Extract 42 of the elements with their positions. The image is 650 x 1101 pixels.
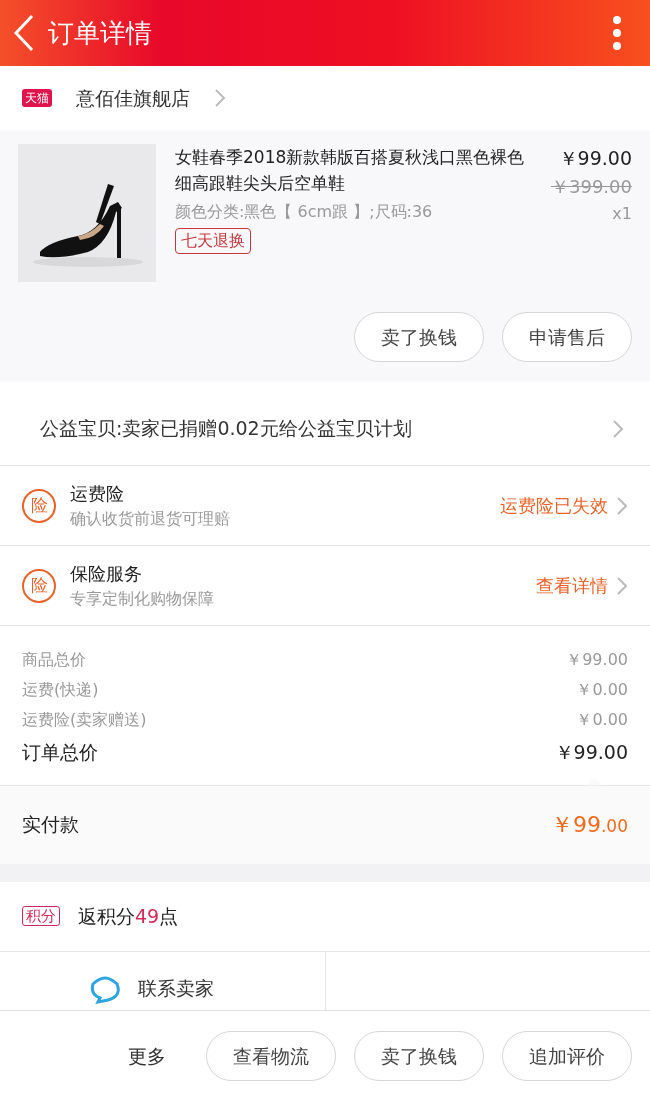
price: ￥99.00 <box>558 146 632 171</box>
store-badge: 天猫 <box>22 89 52 107</box>
service-title: 运费险 <box>70 482 125 506</box>
bottom-action-button[interactable]: 查看物流 <box>206 1031 336 1081</box>
product-spec: 颜色分类:黑色【 6cm跟 】;尺码:36 <box>175 201 434 223</box>
paid-amount: ￥99.00 <box>550 811 628 839</box>
points-text: 返积分49点 <box>78 903 179 929</box>
points-badge: 积分 <box>22 905 60 927</box>
service-subtitle: 专享定制化购物保障 <box>70 588 215 610</box>
summary-label: 订单总价 <box>22 740 98 765</box>
more-link[interactable]: 更多 <box>128 1041 166 1071</box>
chevron-right-icon <box>616 575 628 596</box>
summary-value: ￥99.00 <box>566 649 628 671</box>
insurance-badge: 险 <box>22 568 56 603</box>
store-name[interactable]: 意佰佳旗舰店 <box>76 83 190 113</box>
product-title: 女鞋春季2018新款韩版百搭夏秋浅口黑色裸色细高跟鞋尖头后空单鞋 <box>175 146 525 195</box>
summary-label: 商品总价 <box>22 649 86 671</box>
summary-value: ￥99.00 <box>554 740 628 765</box>
chevron-right-icon <box>214 88 226 108</box>
service-title: 保险服务 <box>70 562 143 586</box>
order-action-button[interactable]: 申请售后 <box>502 312 632 362</box>
chevron-right-icon <box>616 495 628 516</box>
back-icon[interactable] <box>12 13 36 53</box>
chat-icon[interactable] <box>88 973 122 1004</box>
return-tag: 七天退换 <box>175 228 251 254</box>
summary-label: 运费险(卖家赠送) <box>22 709 147 731</box>
bottom-action-button[interactable]: 追加评价 <box>502 1031 632 1081</box>
paid-label: 实付款 <box>22 812 79 838</box>
order-action-button[interactable]: 卖了换钱 <box>354 312 484 362</box>
summary-value: ￥0.00 <box>576 709 628 731</box>
quantity: x1 <box>612 202 632 225</box>
page-title: 订单详情 <box>48 16 152 50</box>
chevron-right-icon <box>612 418 624 439</box>
summary-label: 运费(快递) <box>22 679 99 701</box>
original-price: ￥399.00 <box>551 174 632 199</box>
bottom-action-button[interactable]: 卖了换钱 <box>354 1031 484 1081</box>
more-icon[interactable] <box>612 16 622 50</box>
contact-seller-link[interactable]: 联系卖家 <box>138 973 214 1002</box>
service-subtitle: 确认收货前退货可理赔 <box>70 508 231 530</box>
charity-text: 公益宝贝:卖家已捐赠0.02元给公益宝贝计划 <box>40 416 413 442</box>
summary-value: ￥0.00 <box>576 679 628 701</box>
insurance-badge: 险 <box>22 488 56 523</box>
